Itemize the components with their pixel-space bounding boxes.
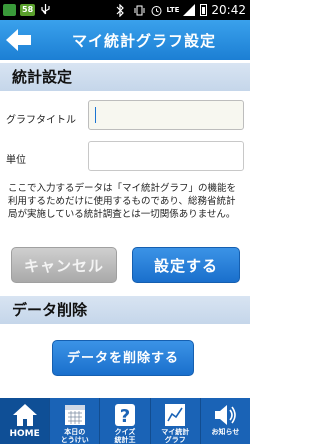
page-title: マイ統計グラフ設定 [71, 32, 216, 50]
delete-data-button[interactable]: データを削除する [52, 340, 194, 376]
tab-label: マイ統計 グラフ [161, 428, 190, 444]
tab-home[interactable]: HOME [0, 398, 51, 444]
battery-icon [200, 4, 208, 16]
disclaimer-text: ここで入力するデータは「マイ統計グラフ」の機能を利用するためだけに使用するもので… [8, 183, 237, 220]
bottom-tab-bar: HOME 本日の とうけい ? クイズ 統計王 マイ統計 グラフ お知らせ [0, 398, 250, 444]
tab-quiz[interactable]: ? クイズ 統計王 [100, 398, 151, 444]
signal-icon [183, 3, 196, 17]
usb-icon [39, 3, 52, 16]
app-notification-icon [3, 3, 16, 16]
network-type: LTE [166, 5, 180, 14]
tab-label: クイズ 統計王 [114, 428, 136, 444]
back-button[interactable] [4, 26, 34, 54]
section-heading-data-delete: データ削除 [0, 296, 250, 324]
unit-label: 単位 [6, 155, 26, 166]
bluetooth-icon [116, 3, 129, 17]
vibrate-icon [133, 4, 146, 17]
tab-label: 本日の とうけい [60, 428, 89, 444]
cancel-button[interactable]: キャンセル [11, 247, 117, 283]
alarm-icon [150, 4, 163, 17]
graph-title-label: グラフタイトル [6, 115, 76, 126]
unit-input[interactable] [88, 141, 244, 171]
svg-text:?: ? [120, 406, 130, 427]
speaker-icon [215, 405, 237, 425]
graph-title-input[interactable] [88, 100, 244, 130]
status-bar: 58 LTE 20:42 [0, 0, 250, 20]
notification-badge: 58 [20, 3, 36, 16]
tab-label: HOME [9, 429, 40, 439]
text-caret [95, 107, 96, 123]
app-header: マイ統計グラフ設定 [0, 20, 250, 60]
clock: 20:42 [211, 3, 246, 17]
home-icon [12, 404, 37, 426]
calendar-icon [64, 405, 85, 425]
tab-my-graph[interactable]: マイ統計 グラフ [151, 398, 201, 444]
tab-news[interactable]: お知らせ [201, 398, 250, 444]
back-arrow-icon [6, 29, 31, 51]
save-settings-button[interactable]: 設定する [132, 247, 240, 283]
chart-icon [165, 404, 186, 426]
question-icon: ? [115, 404, 135, 427]
tab-today-stats[interactable]: 本日の とうけい [50, 398, 101, 444]
section-heading-stats-settings: 統計設定 [0, 63, 250, 91]
tab-label: お知らせ [211, 428, 240, 436]
